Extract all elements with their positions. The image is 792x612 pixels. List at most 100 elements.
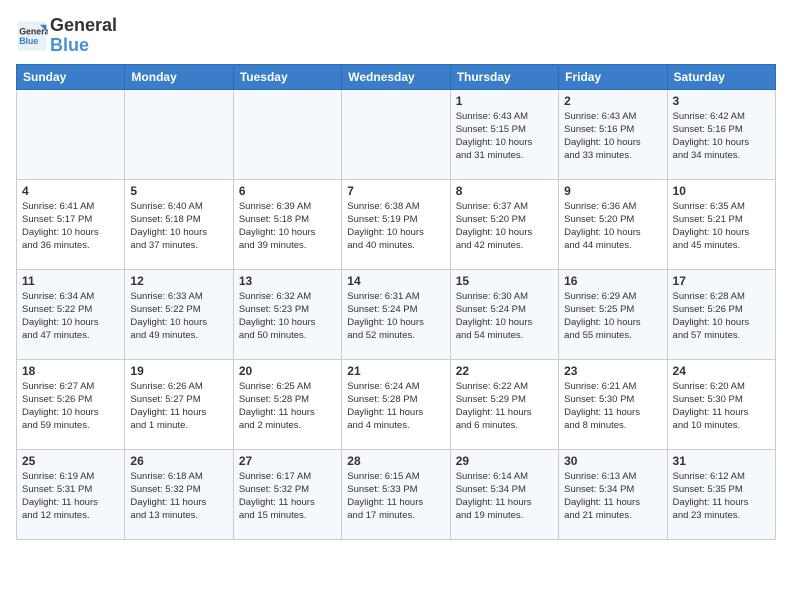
calendar-cell: 5 Sunrise: 6:40 AM Sunset: 5:18 PM Daylig… bbox=[125, 179, 233, 269]
calendar-cell: 9 Sunrise: 6:36 AM Sunset: 5:20 PM Daylig… bbox=[559, 179, 667, 269]
cell-info: Sunrise: 6:24 AM Sunset: 5:28 PM Dayligh… bbox=[347, 380, 444, 433]
calendar-cell: 31 Sunrise: 6:12 AM Sunset: 5:35 PM Dayli… bbox=[667, 449, 775, 539]
cell-info: Sunrise: 6:26 AM Sunset: 5:27 PM Dayligh… bbox=[130, 380, 227, 433]
cell-info: Sunrise: 6:14 AM Sunset: 5:34 PM Dayligh… bbox=[456, 470, 553, 523]
calendar-cell: 2 Sunrise: 6:43 AM Sunset: 5:16 PM Daylig… bbox=[559, 89, 667, 179]
day-number: 14 bbox=[347, 274, 444, 288]
col-header-sunday: Sunday bbox=[17, 64, 125, 89]
calendar-cell: 7 Sunrise: 6:38 AM Sunset: 5:19 PM Daylig… bbox=[342, 179, 450, 269]
calendar-cell: 19 Sunrise: 6:26 AM Sunset: 5:27 PM Dayli… bbox=[125, 359, 233, 449]
week-row-3: 11 Sunrise: 6:34 AM Sunset: 5:22 PM Dayli… bbox=[17, 269, 776, 359]
calendar-cell: 1 Sunrise: 6:43 AM Sunset: 5:15 PM Daylig… bbox=[450, 89, 558, 179]
calendar-cell: 18 Sunrise: 6:27 AM Sunset: 5:26 PM Dayli… bbox=[17, 359, 125, 449]
day-number: 2 bbox=[564, 94, 661, 108]
day-number: 29 bbox=[456, 454, 553, 468]
calendar-cell: 28 Sunrise: 6:15 AM Sunset: 5:33 PM Dayli… bbox=[342, 449, 450, 539]
calendar-cell bbox=[125, 89, 233, 179]
cell-info: Sunrise: 6:29 AM Sunset: 5:25 PM Dayligh… bbox=[564, 290, 661, 343]
day-number: 27 bbox=[239, 454, 336, 468]
calendar-cell: 27 Sunrise: 6:17 AM Sunset: 5:32 PM Dayli… bbox=[233, 449, 341, 539]
cell-info: Sunrise: 6:12 AM Sunset: 5:35 PM Dayligh… bbox=[673, 470, 770, 523]
cell-info: Sunrise: 6:15 AM Sunset: 5:33 PM Dayligh… bbox=[347, 470, 444, 523]
calendar-cell: 24Sunrise: 6:20 AM Sunset: 5:30 PM Dayli… bbox=[667, 359, 775, 449]
calendar-cell bbox=[342, 89, 450, 179]
calendar-cell: 15 Sunrise: 6:30 AM Sunset: 5:24 PM Dayli… bbox=[450, 269, 558, 359]
cell-info: Sunrise: 6:17 AM Sunset: 5:32 PM Dayligh… bbox=[239, 470, 336, 523]
day-number: 13 bbox=[239, 274, 336, 288]
day-number: 1 bbox=[456, 94, 553, 108]
day-number: 5 bbox=[130, 184, 227, 198]
day-number: 23 bbox=[564, 364, 661, 378]
week-row-4: 18 Sunrise: 6:27 AM Sunset: 5:26 PM Dayli… bbox=[17, 359, 776, 449]
col-header-wednesday: Wednesday bbox=[342, 64, 450, 89]
calendar-cell: 16 Sunrise: 6:29 AM Sunset: 5:25 PM Dayli… bbox=[559, 269, 667, 359]
cell-info: Sunrise: 6:30 AM Sunset: 5:24 PM Dayligh… bbox=[456, 290, 553, 343]
day-number: 22 bbox=[456, 364, 553, 378]
day-number: 12 bbox=[130, 274, 227, 288]
cell-info: Sunrise: 6:31 AM Sunset: 5:24 PM Dayligh… bbox=[347, 290, 444, 343]
cell-info: Sunrise: 6:43 AM Sunset: 5:16 PM Dayligh… bbox=[564, 110, 661, 163]
cell-info: Sunrise: 6:13 AM Sunset: 5:34 PM Dayligh… bbox=[564, 470, 661, 523]
cell-info: Sunrise: 6:40 AM Sunset: 5:18 PM Dayligh… bbox=[130, 200, 227, 253]
calendar-cell: 26Sunrise: 6:18 AM Sunset: 5:32 PM Dayli… bbox=[125, 449, 233, 539]
calendar-cell: 10 Sunrise: 6:35 AM Sunset: 5:21 PM Dayli… bbox=[667, 179, 775, 269]
calendar-cell bbox=[17, 89, 125, 179]
day-number: 4 bbox=[22, 184, 119, 198]
cell-info: Sunrise: 6:33 AM Sunset: 5:22 PM Dayligh… bbox=[130, 290, 227, 343]
day-number: 16 bbox=[564, 274, 661, 288]
cell-info: Sunrise: 6:35 AM Sunset: 5:21 PM Dayligh… bbox=[673, 200, 770, 253]
col-header-saturday: Saturday bbox=[667, 64, 775, 89]
calendar-cell: 8Sunrise: 6:37 AM Sunset: 5:20 PM Daylig… bbox=[450, 179, 558, 269]
day-number: 7 bbox=[347, 184, 444, 198]
calendar-cell: 23 Sunrise: 6:21 AM Sunset: 5:30 PM Dayli… bbox=[559, 359, 667, 449]
cell-info: Sunrise: 6:43 AM Sunset: 5:15 PM Dayligh… bbox=[456, 110, 553, 163]
cell-info: Sunrise: 6:41 AM Sunset: 5:17 PM Dayligh… bbox=[22, 200, 119, 253]
cell-info: Sunrise: 6:36 AM Sunset: 5:20 PM Dayligh… bbox=[564, 200, 661, 253]
calendar-cell: 30Sunrise: 6:13 AM Sunset: 5:34 PM Dayli… bbox=[559, 449, 667, 539]
day-number: 15 bbox=[456, 274, 553, 288]
day-number: 25 bbox=[22, 454, 119, 468]
calendar-cell: 6 Sunrise: 6:39 AM Sunset: 5:18 PM Daylig… bbox=[233, 179, 341, 269]
cell-info: Sunrise: 6:38 AM Sunset: 5:19 PM Dayligh… bbox=[347, 200, 444, 253]
day-number: 10 bbox=[673, 184, 770, 198]
day-number: 28 bbox=[347, 454, 444, 468]
logo-icon: General Blue bbox=[16, 20, 48, 52]
cell-info: Sunrise: 6:39 AM Sunset: 5:18 PM Dayligh… bbox=[239, 200, 336, 253]
calendar-cell: 20Sunrise: 6:25 AM Sunset: 5:28 PM Dayli… bbox=[233, 359, 341, 449]
cell-info: Sunrise: 6:37 AM Sunset: 5:20 PM Dayligh… bbox=[456, 200, 553, 253]
cell-info: Sunrise: 6:25 AM Sunset: 5:28 PM Dayligh… bbox=[239, 380, 336, 433]
cell-info: Sunrise: 6:32 AM Sunset: 5:23 PM Dayligh… bbox=[239, 290, 336, 343]
col-header-friday: Friday bbox=[559, 64, 667, 89]
week-row-2: 4 Sunrise: 6:41 AM Sunset: 5:17 PM Daylig… bbox=[17, 179, 776, 269]
day-number: 26 bbox=[130, 454, 227, 468]
day-number: 17 bbox=[673, 274, 770, 288]
day-number: 3 bbox=[673, 94, 770, 108]
calendar-cell: 21Sunrise: 6:24 AM Sunset: 5:28 PM Dayli… bbox=[342, 359, 450, 449]
day-number: 6 bbox=[239, 184, 336, 198]
cell-info: Sunrise: 6:27 AM Sunset: 5:26 PM Dayligh… bbox=[22, 380, 119, 433]
calendar-cell: 17Sunrise: 6:28 AM Sunset: 5:26 PM Dayli… bbox=[667, 269, 775, 359]
cell-info: Sunrise: 6:19 AM Sunset: 5:31 PM Dayligh… bbox=[22, 470, 119, 523]
col-header-thursday: Thursday bbox=[450, 64, 558, 89]
calendar-cell: 25 Sunrise: 6:19 AM Sunset: 5:31 PM Dayli… bbox=[17, 449, 125, 539]
page-header: General Blue General Blue bbox=[16, 16, 776, 56]
day-number: 19 bbox=[130, 364, 227, 378]
svg-text:Blue: Blue bbox=[19, 36, 38, 46]
logo: General Blue General Blue bbox=[16, 16, 117, 56]
day-number: 31 bbox=[673, 454, 770, 468]
cell-info: Sunrise: 6:22 AM Sunset: 5:29 PM Dayligh… bbox=[456, 380, 553, 433]
cell-info: Sunrise: 6:21 AM Sunset: 5:30 PM Dayligh… bbox=[564, 380, 661, 433]
week-row-5: 25 Sunrise: 6:19 AM Sunset: 5:31 PM Dayli… bbox=[17, 449, 776, 539]
calendar-cell: 14 Sunrise: 6:31 AM Sunset: 5:24 PM Dayli… bbox=[342, 269, 450, 359]
calendar-header-row: SundayMondayTuesdayWednesdayThursdayFrid… bbox=[17, 64, 776, 89]
day-number: 9 bbox=[564, 184, 661, 198]
day-number: 18 bbox=[22, 364, 119, 378]
calendar-cell: 29 Sunrise: 6:14 AM Sunset: 5:34 PM Dayli… bbox=[450, 449, 558, 539]
calendar-cell: 4 Sunrise: 6:41 AM Sunset: 5:17 PM Daylig… bbox=[17, 179, 125, 269]
calendar-cell bbox=[233, 89, 341, 179]
day-number: 11 bbox=[22, 274, 119, 288]
cell-info: Sunrise: 6:42 AM Sunset: 5:16 PM Dayligh… bbox=[673, 110, 770, 163]
calendar-cell: 12 Sunrise: 6:33 AM Sunset: 5:22 PM Dayli… bbox=[125, 269, 233, 359]
col-header-tuesday: Tuesday bbox=[233, 64, 341, 89]
cell-info: Sunrise: 6:34 AM Sunset: 5:22 PM Dayligh… bbox=[22, 290, 119, 343]
